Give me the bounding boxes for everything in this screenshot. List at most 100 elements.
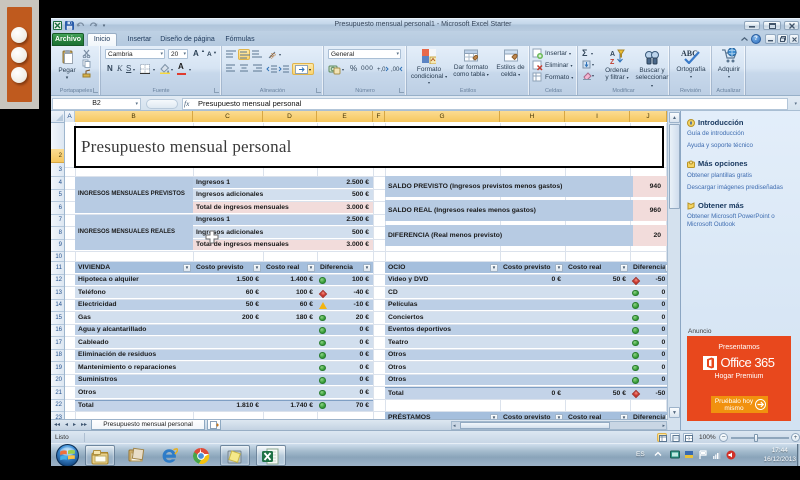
- vertical-scroll-thumb[interactable]: [669, 124, 680, 209]
- column-header-D[interactable]: D: [263, 111, 317, 122]
- currency-arrow-icon[interactable]: ▾: [342, 67, 344, 72]
- tray-network-icon[interactable]: [712, 450, 722, 460]
- tray-security-icon[interactable]: [684, 450, 694, 460]
- filter-button-icon[interactable]: ▼: [490, 264, 498, 272]
- taskbar-app-explorer[interactable]: [85, 445, 115, 466]
- spelling-button[interactable]: ABCOrtografía▾: [672, 48, 710, 88]
- font-color-icon[interactable]: A: [178, 63, 184, 71]
- device-button-1[interactable]: [11, 27, 27, 43]
- row-header-9[interactable]: 9: [51, 240, 64, 253]
- tab-nav-next-icon[interactable]: ▸: [73, 421, 76, 428]
- column-header-B[interactable]: B: [75, 111, 193, 122]
- align-left[interactable]: [225, 63, 237, 74]
- acquire-button[interactable]: Adquirir▾: [713, 48, 745, 88]
- name-box[interactable]: B2▾: [52, 98, 141, 110]
- filter-button-icon[interactable]: ▼: [620, 264, 628, 272]
- row-header-23[interactable]: 23: [51, 412, 64, 419]
- task-pane-link[interactable]: Descargar imágenes prediseñadas: [687, 184, 800, 192]
- zoom-slider-thumb[interactable]: [754, 434, 758, 442]
- tab-nav-prev-icon[interactable]: ◂: [65, 421, 68, 428]
- row-header-11[interactable]: 11: [51, 262, 64, 275]
- align-center[interactable]: [238, 63, 250, 74]
- task-pane-link[interactable]: Obtener plantillas gratis: [687, 172, 800, 180]
- task-pane-link[interactable]: Ayuda y soporte técnico: [687, 142, 800, 150]
- row-header-20[interactable]: 20: [51, 375, 64, 388]
- hscroll-right-icon[interactable]: ▸: [662, 423, 665, 429]
- zoom-level[interactable]: 100%: [699, 434, 716, 441]
- column-header-F[interactable]: F: [373, 111, 385, 122]
- row-header-16[interactable]: 16: [51, 325, 64, 338]
- view-normal-button[interactable]: [657, 433, 667, 442]
- tray-show-hidden-icon[interactable]: [654, 451, 664, 460]
- row-header-6[interactable]: 6: [51, 202, 64, 215]
- dialog-launcher-icon[interactable]: [214, 88, 219, 93]
- column-header-A[interactable]: A: [65, 111, 75, 122]
- conditional-formatting-button[interactable]: Formatocondicional ▾▾: [409, 48, 449, 88]
- dialog-launcher-icon[interactable]: [316, 88, 321, 93]
- office-365-ad[interactable]: Presentamos Office 365 Hogar Premium Pru…: [687, 336, 791, 421]
- filter-button-icon[interactable]: ▼: [183, 264, 191, 272]
- filter-button-icon[interactable]: ▼: [363, 264, 371, 272]
- filter-button-icon[interactable]: ▼: [253, 264, 261, 272]
- spreadsheet-grid[interactable]: ABCDEFGHIJ 23456789101112131415161718192…: [51, 111, 680, 419]
- cells-formato-button[interactable]: Formato▾: [532, 72, 576, 83]
- task-pane-link[interactable]: Obtener Microsoft PowerPoint o Microsoft…: [687, 213, 800, 229]
- tray-clock[interactable]: 17:4416/12/2013: [763, 446, 796, 464]
- select-all-corner[interactable]: [51, 111, 65, 123]
- row-header-22[interactable]: 22: [51, 400, 64, 413]
- shrink-font-icon[interactable]: A: [207, 51, 212, 58]
- merge-center-button[interactable]: ▾: [292, 63, 314, 75]
- tab-diseno[interactable]: Diseño de página: [160, 33, 215, 46]
- horizontal-scrollbar[interactable]: ◂ ▸: [451, 421, 667, 430]
- sheet-tab-active[interactable]: Presupuesto mensual personal: [91, 420, 205, 430]
- row-header-14[interactable]: 14: [51, 300, 64, 313]
- tab-formulas[interactable]: Fórmulas: [218, 33, 262, 46]
- align-bottom[interactable]: [251, 49, 263, 60]
- filter-button-icon[interactable]: ▼: [307, 264, 315, 272]
- row-header-19[interactable]: 19: [51, 362, 64, 375]
- tab-nav-last-icon[interactable]: ▸▸: [81, 421, 87, 428]
- borders-arrow-icon[interactable]: ▾: [153, 67, 155, 72]
- cells-insertar-button[interactable]: Insertar▾: [532, 48, 576, 59]
- qat-dropdown-icon[interactable]: ▾: [100, 20, 108, 31]
- row-header-7[interactable]: 7: [51, 215, 64, 228]
- zoom-slider-track[interactable]: [731, 437, 789, 439]
- task-pane-link[interactable]: Guía de introducción: [687, 130, 800, 138]
- orientation-arrow-icon[interactable]: ▾: [279, 52, 281, 57]
- undo-icon[interactable]: [76, 20, 86, 31]
- save-icon[interactable]: [65, 20, 74, 31]
- grow-font-icon[interactable]: A: [193, 49, 199, 58]
- taskbar-app-excel[interactable]: [256, 445, 286, 466]
- grid-cells-area[interactable]: Presupuesto mensual personalINGRESOS MEN…: [65, 123, 667, 419]
- row-header-12[interactable]: 12: [51, 275, 64, 288]
- minimize-button[interactable]: [744, 21, 760, 30]
- tab-insertar[interactable]: Insertar: [121, 33, 158, 46]
- tab-inicio[interactable]: Inicio: [87, 33, 117, 46]
- row-header-8[interactable]: 8: [51, 227, 64, 240]
- zoom-in-icon[interactable]: +: [791, 433, 800, 442]
- font-size-combo[interactable]: 20▾: [168, 49, 188, 59]
- tab-archivo[interactable]: Archivo: [52, 33, 84, 46]
- tray-volume-icon[interactable]: [726, 450, 736, 460]
- tray-display-icon[interactable]: [670, 450, 680, 460]
- help-icon[interactable]: ?: [751, 34, 761, 44]
- dialog-launcher-icon[interactable]: [399, 88, 404, 93]
- tray-language[interactable]: ES: [636, 451, 645, 458]
- row-header-4[interactable]: 4: [51, 177, 64, 190]
- fill-arrow-icon[interactable]: ▾: [171, 67, 173, 72]
- row-header-5[interactable]: 5: [51, 190, 64, 203]
- align-right[interactable]: [251, 63, 263, 74]
- fx-icon[interactable]: fx: [184, 99, 196, 108]
- view-layout-button[interactable]: [670, 433, 680, 442]
- row-header-10[interactable]: 10: [51, 252, 64, 262]
- horizontal-scroll-thumb[interactable]: [460, 422, 610, 429]
- insert-worksheet-tab[interactable]: [207, 420, 221, 430]
- column-header-I[interactable]: I: [565, 111, 630, 122]
- taskbar-app-internet-explorer[interactable]: [155, 445, 185, 466]
- cell-styles-button[interactable]: Estilos decelda ▾: [493, 48, 528, 88]
- column-header-C[interactable]: C: [193, 111, 263, 122]
- paste-button[interactable]: Pegar▾: [54, 48, 80, 86]
- italic-icon[interactable]: K: [117, 64, 122, 73]
- tray-action-center-icon[interactable]: [698, 450, 708, 460]
- workbook-minimize-icon[interactable]: [765, 34, 776, 44]
